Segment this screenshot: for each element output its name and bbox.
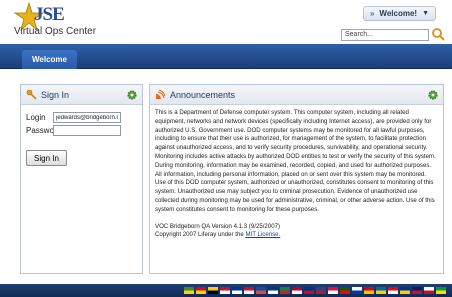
language-flag-icon[interactable] bbox=[340, 287, 350, 294]
mit-license-link[interactable]: MIT License. bbox=[245, 231, 280, 238]
announcements-panel-header: Announcements bbox=[150, 85, 443, 105]
copyright-line: Copyright 2007 Liferay under the MIT Lic… bbox=[155, 231, 438, 240]
language-flag-icon[interactable] bbox=[220, 287, 230, 294]
language-flag-icon[interactable] bbox=[400, 287, 410, 294]
logo[interactable]: JSE Virtual Ops Center bbox=[4, 2, 124, 42]
language-flag-icon[interactable] bbox=[352, 287, 362, 294]
search-icon[interactable] bbox=[431, 27, 445, 41]
announcements-panel: Announcements This is a Department of De… bbox=[149, 84, 444, 274]
login-label: Login bbox=[26, 113, 46, 122]
logo-subtitle: Virtual Ops Center bbox=[14, 26, 97, 37]
footer bbox=[0, 284, 452, 297]
logo-text: JSE bbox=[34, 4, 65, 25]
language-flag-icon[interactable] bbox=[268, 287, 278, 294]
welcome-label: Welcome! bbox=[379, 9, 418, 18]
announcement-body: This is a Department of Defense computer… bbox=[155, 109, 438, 240]
gear-icon[interactable] bbox=[126, 89, 138, 101]
language-flag-icon[interactable] bbox=[256, 287, 266, 294]
double-chevron-icon: » bbox=[369, 9, 375, 18]
language-flag-icon[interactable] bbox=[292, 287, 302, 294]
header: JSE Virtual Ops Center » Welcome! ▼ Sear… bbox=[0, 0, 452, 44]
password-label: Password bbox=[26, 126, 62, 135]
broadcast-icon bbox=[156, 89, 166, 99]
dropdown-arrow-icon: ▼ bbox=[422, 10, 429, 17]
language-flag-icon[interactable] bbox=[364, 287, 374, 294]
signin-panel: Sign In Login Password Sign In bbox=[20, 84, 143, 274]
search-input[interactable]: Search... bbox=[341, 29, 429, 41]
language-flag-icon[interactable] bbox=[388, 287, 398, 294]
language-flag-icon[interactable] bbox=[196, 287, 206, 294]
version-text: VOC Bridgeborn QA Version 4.1.3 (9/25/20… bbox=[155, 222, 280, 230]
language-flag-icon[interactable] bbox=[232, 287, 242, 294]
language-flag-icon[interactable] bbox=[184, 287, 194, 294]
language-flag-icon[interactable] bbox=[280, 287, 290, 294]
sign-in-button[interactable]: Sign In bbox=[26, 150, 67, 166]
signin-panel-header: Sign In bbox=[21, 85, 142, 105]
signin-title: Sign In bbox=[41, 89, 70, 100]
language-flags bbox=[184, 287, 446, 294]
key-icon bbox=[26, 89, 37, 100]
welcome-menu-button[interactable]: » Welcome! ▼ bbox=[362, 6, 436, 21]
tab-welcome[interactable]: Welcome bbox=[22, 50, 77, 69]
gear-icon[interactable] bbox=[427, 89, 439, 101]
language-flag-icon[interactable] bbox=[208, 287, 218, 294]
copyright-text: Copyright 2007 Liferay under the bbox=[155, 231, 244, 239]
language-flag-icon[interactable] bbox=[244, 287, 254, 294]
password-row: Password bbox=[26, 125, 121, 136]
language-flag-icon[interactable] bbox=[316, 287, 326, 294]
language-flag-icon[interactable] bbox=[328, 287, 338, 294]
language-flag-icon[interactable] bbox=[304, 287, 314, 294]
login-row: Login bbox=[26, 112, 121, 123]
password-field[interactable] bbox=[53, 125, 121, 136]
login-field[interactable] bbox=[53, 112, 121, 123]
announcement-text: This is a Department of Defense computer… bbox=[155, 109, 436, 213]
announcement-footer: VOC Bridgeborn QA Version 4.1.3 (9/25/20… bbox=[155, 223, 438, 241]
language-flag-icon[interactable] bbox=[424, 287, 434, 294]
nav-bar: Welcome bbox=[0, 44, 452, 69]
language-flag-icon[interactable] bbox=[412, 287, 422, 294]
language-flag-icon[interactable] bbox=[436, 287, 446, 294]
language-flag-icon[interactable] bbox=[376, 287, 386, 294]
announcements-title: Announcements bbox=[170, 89, 236, 100]
